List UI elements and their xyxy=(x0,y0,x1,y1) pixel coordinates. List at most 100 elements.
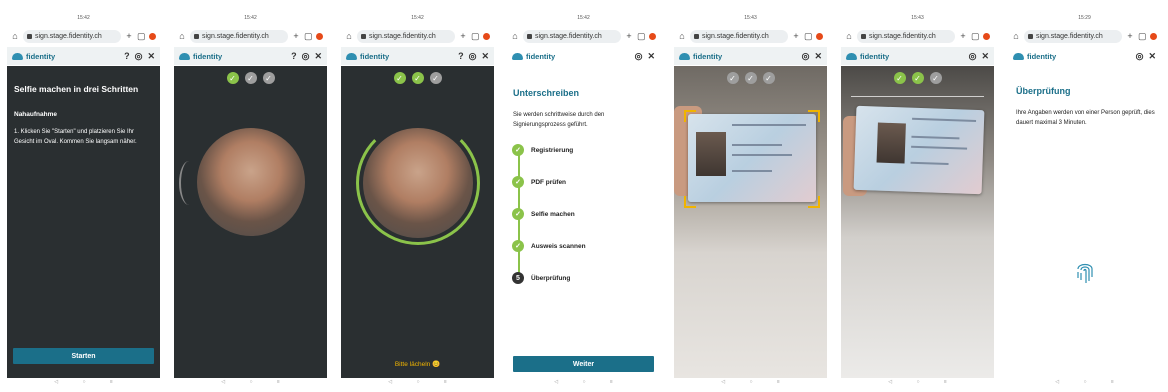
brand-name: fidentity xyxy=(360,51,390,61)
url-field[interactable]: sign.stage.fidentity.ch xyxy=(690,29,788,43)
url-field[interactable]: sign.stage.fidentity.ch xyxy=(190,29,288,43)
cloud-logo-icon xyxy=(679,52,690,60)
record-icon[interactable] xyxy=(1150,32,1157,40)
back-nav-icon[interactable]: ◁ xyxy=(554,379,558,385)
back-nav-icon[interactable]: ◁ xyxy=(888,379,892,385)
tabs-icon[interactable]: ▢ xyxy=(637,31,646,42)
url-field[interactable]: sign.stage.fidentity.ch xyxy=(23,29,121,43)
help-icon[interactable]: ? xyxy=(124,51,130,61)
home-nav-icon[interactable]: ○ xyxy=(749,379,752,385)
home-nav-icon[interactable]: ○ xyxy=(916,379,919,385)
tabs-icon[interactable]: ▢ xyxy=(304,31,313,42)
url-field[interactable]: sign.stage.fidentity.ch xyxy=(523,29,621,43)
home-icon[interactable]: ⌂ xyxy=(845,31,853,41)
tabs-icon[interactable]: ▢ xyxy=(137,31,146,42)
language-icon[interactable]: ◎ xyxy=(135,51,143,62)
home-nav-icon[interactable]: ○ xyxy=(1083,379,1086,385)
close-icon[interactable]: ✕ xyxy=(981,51,989,62)
new-tab-icon[interactable]: + xyxy=(1126,31,1134,41)
intro-text: Sie werden schrittweise durch den Signie… xyxy=(513,112,605,128)
home-icon[interactable]: ⌂ xyxy=(678,31,686,41)
start-button[interactable]: Starten xyxy=(13,348,154,364)
continue-button[interactable]: Weiter xyxy=(513,356,654,372)
url-field[interactable]: sign.stage.fidentity.ch xyxy=(357,29,455,43)
back-nav-icon[interactable]: ◁ xyxy=(721,379,725,385)
back-nav-icon[interactable]: ◁ xyxy=(221,379,225,385)
new-tab-icon[interactable]: + xyxy=(959,31,967,41)
new-tab-icon[interactable]: + xyxy=(625,31,633,41)
recents-nav-icon[interactable]: ≡ xyxy=(610,379,613,385)
motion-arcs-icon xyxy=(179,161,199,205)
home-nav-icon[interactable]: ○ xyxy=(249,379,252,385)
close-icon[interactable]: ✕ xyxy=(481,51,489,62)
progress-checks: ✓ ✓ ✓ xyxy=(841,72,994,84)
close-icon[interactable]: ✕ xyxy=(814,51,822,62)
scan-frame-corner xyxy=(808,196,820,208)
scan-guide-line xyxy=(851,96,984,97)
close-icon[interactable]: ✕ xyxy=(647,51,655,62)
step-label: Überprüfung xyxy=(531,274,571,282)
progress-checks: ✓ ✓ ✓ xyxy=(341,72,494,84)
status-bar: 15:42 xyxy=(341,10,494,26)
recents-nav-icon[interactable]: ≡ xyxy=(444,379,447,385)
new-tab-icon[interactable]: + xyxy=(292,31,300,41)
language-icon[interactable]: ◎ xyxy=(302,51,310,62)
language-icon[interactable]: ◎ xyxy=(802,51,810,62)
home-nav-icon[interactable]: ○ xyxy=(82,379,85,385)
url-field[interactable]: sign.stage.fidentity.ch xyxy=(857,29,955,43)
home-nav-icon[interactable]: ○ xyxy=(582,379,585,385)
language-icon[interactable]: ◎ xyxy=(469,51,477,62)
selfie-preview xyxy=(196,128,305,236)
tabs-icon[interactable]: ▢ xyxy=(971,31,980,42)
recents-nav-icon[interactable]: ≡ xyxy=(110,379,113,385)
close-icon[interactable]: ✕ xyxy=(1148,51,1156,62)
tabs-icon[interactable]: ▢ xyxy=(471,31,480,42)
url-field[interactable]: sign.stage.fidentity.ch xyxy=(1024,29,1122,43)
check-icon: ✓ xyxy=(262,72,275,84)
new-tab-icon[interactable]: + xyxy=(125,31,133,41)
record-icon[interactable] xyxy=(149,32,156,40)
tabs-icon[interactable]: ▢ xyxy=(1138,31,1147,42)
help-icon[interactable]: ? xyxy=(291,51,297,61)
back-nav-icon[interactable]: ◁ xyxy=(54,379,58,385)
new-tab-icon[interactable]: + xyxy=(459,31,467,41)
home-icon[interactable]: ⌂ xyxy=(11,31,19,41)
lock-icon xyxy=(1028,33,1033,39)
language-icon[interactable]: ◎ xyxy=(1136,51,1144,62)
home-icon[interactable]: ⌂ xyxy=(1012,31,1020,41)
close-icon[interactable]: ✕ xyxy=(314,51,322,62)
record-icon[interactable] xyxy=(316,32,323,40)
browser-bar: ⌂ sign.stage.fidentity.ch + ▢ xyxy=(507,27,660,45)
help-icon[interactable]: ? xyxy=(458,51,464,61)
record-icon[interactable] xyxy=(816,32,823,40)
recents-nav-icon[interactable]: ≡ xyxy=(277,379,280,385)
record-icon[interactable] xyxy=(649,32,656,40)
recents-nav-icon[interactable]: ≡ xyxy=(944,379,947,385)
home-icon[interactable]: ⌂ xyxy=(345,31,353,41)
section-subtitle: Nahaufnahme xyxy=(14,111,57,118)
id-card-line xyxy=(732,154,792,156)
nav-gestures: ◁ ○ ≡ xyxy=(674,378,827,386)
close-icon[interactable]: ✕ xyxy=(147,51,155,62)
phone-screen-id-scan-front: 15:43 ⌂ sign.stage.fidentity.ch + ▢ fide… xyxy=(674,10,827,386)
camera-view: ✓ ✓ ✓ xyxy=(674,66,827,378)
new-tab-icon[interactable]: + xyxy=(792,31,800,41)
tabs-icon[interactable]: ▢ xyxy=(804,31,813,42)
brand-name: fidentity xyxy=(193,51,223,61)
home-nav-icon[interactable]: ○ xyxy=(416,379,419,385)
language-icon[interactable]: ◎ xyxy=(969,51,977,62)
recents-nav-icon[interactable]: ≡ xyxy=(777,379,780,385)
back-nav-icon[interactable]: ◁ xyxy=(1055,379,1059,385)
check-icon: ✓ xyxy=(411,72,424,84)
record-icon[interactable] xyxy=(483,32,490,40)
record-icon[interactable] xyxy=(983,32,990,40)
home-icon[interactable]: ⌂ xyxy=(511,31,519,41)
status-time: 15:43 xyxy=(911,15,924,21)
home-icon[interactable]: ⌂ xyxy=(178,31,186,41)
app-header: fidentity ◎ ✕ xyxy=(841,47,994,65)
recents-nav-icon[interactable]: ≡ xyxy=(1111,379,1114,385)
language-icon[interactable]: ◎ xyxy=(635,51,643,62)
id-portrait-image xyxy=(696,132,726,176)
cloud-logo-icon xyxy=(512,52,523,60)
back-nav-icon[interactable]: ◁ xyxy=(388,379,392,385)
